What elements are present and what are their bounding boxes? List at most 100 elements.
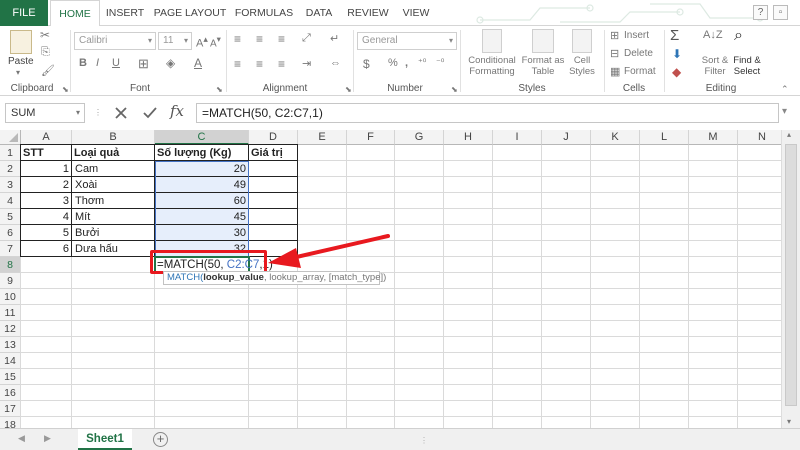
- alignment-launcher-icon[interactable]: ⬊: [345, 85, 352, 94]
- increase-font-size-icon[interactable]: A▴: [196, 34, 208, 50]
- enter-formula-icon[interactable]: [142, 105, 158, 121]
- format-cells-icon[interactable]: ▦: [610, 65, 620, 78]
- tooltip-current-arg[interactable]: lookup_value: [203, 272, 264, 283]
- tab-formulas[interactable]: FORMULAS: [233, 0, 295, 26]
- cell-b3[interactable]: Xoài: [72, 177, 155, 193]
- delete-cells-button[interactable]: Delete: [624, 48, 653, 59]
- format-as-table-icon[interactable]: [532, 29, 554, 53]
- conditional-formatting-button[interactable]: Conditional Formatting: [466, 55, 518, 77]
- paste-icon[interactable]: [10, 30, 32, 54]
- cell-a3[interactable]: 2: [21, 177, 72, 193]
- comma-style-icon[interactable]: ,: [405, 57, 408, 69]
- row-header-7[interactable]: 7: [0, 241, 21, 257]
- column-header-k[interactable]: K: [591, 130, 640, 145]
- column-header-l[interactable]: L: [640, 130, 689, 145]
- tab-insert[interactable]: INSERT: [103, 0, 147, 26]
- tab-data[interactable]: DATA: [301, 0, 337, 26]
- format-cells-button[interactable]: Format: [624, 66, 656, 77]
- decrease-font-size-icon[interactable]: A▾: [210, 34, 221, 49]
- row-header-11[interactable]: 11: [0, 305, 21, 321]
- italic-icon[interactable]: I: [96, 57, 99, 69]
- row-header-16[interactable]: 16: [0, 385, 21, 401]
- cell-d1[interactable]: Giá trị: [249, 145, 298, 161]
- align-center-icon[interactable]: ≡: [256, 57, 263, 71]
- cancel-formula-icon[interactable]: [113, 105, 129, 121]
- column-header-h[interactable]: H: [444, 130, 493, 145]
- row-header-5[interactable]: 5: [0, 209, 21, 225]
- cell-b5[interactable]: Mít: [72, 209, 155, 225]
- align-right-icon[interactable]: ≡: [278, 57, 285, 71]
- sheet-tab-sheet1[interactable]: Sheet1: [78, 429, 132, 450]
- row-header-9[interactable]: 9: [0, 273, 21, 289]
- row-header-1[interactable]: 1: [0, 145, 21, 161]
- row-header-14[interactable]: 14: [0, 353, 21, 369]
- function-tooltip[interactable]: MATCH(lookup_value, lookup_array, [match…: [163, 271, 386, 285]
- column-header-f[interactable]: F: [347, 130, 395, 145]
- formula-input[interactable]: =MATCH(50, C2:C7,1): [196, 103, 779, 123]
- fill-color-icon[interactable]: ◈: [166, 56, 175, 70]
- row-header-15[interactable]: 15: [0, 369, 21, 385]
- collapse-ribbon-icon[interactable]: ⌃: [781, 84, 789, 95]
- cell-b6[interactable]: Bưởi: [72, 225, 155, 241]
- format-painter-icon[interactable]: 🖌: [41, 64, 55, 77]
- tab-home[interactable]: HOME: [50, 0, 100, 27]
- merge-center-icon[interactable]: ⇔: [330, 57, 341, 69]
- row-header-12[interactable]: 12: [0, 321, 21, 337]
- paste-button-label[interactable]: Paste: [8, 56, 34, 67]
- row-header-8[interactable]: 8: [0, 257, 21, 273]
- fill-icon[interactable]: ⬇: [672, 47, 682, 61]
- insert-function-icon[interactable]: fx: [170, 102, 184, 120]
- column-header-b[interactable]: B: [72, 130, 155, 145]
- paste-dropdown-icon[interactable]: ▾: [16, 68, 20, 77]
- font-size-select[interactable]: 11 ▾: [158, 32, 192, 50]
- cell-b4[interactable]: Thơm: [72, 193, 155, 209]
- tab-page-layout[interactable]: PAGE LAYOUT: [152, 0, 228, 26]
- worksheet-grid[interactable]: ABCDEFGHIJKLMN 1 2 3 4 5 6 7 8 9 10 11 12 13 14 15 16 17…: [0, 130, 781, 428]
- column-header-a[interactable]: A: [21, 130, 72, 145]
- cut-icon[interactable]: ✂: [40, 28, 50, 42]
- column-header-i[interactable]: I: [493, 130, 542, 145]
- column-header-m[interactable]: M: [689, 130, 738, 145]
- cell-b2[interactable]: Cam: [72, 161, 155, 177]
- tab-file[interactable]: FILE: [0, 0, 48, 26]
- tooltip-function-name[interactable]: MATCH(: [167, 272, 203, 283]
- clipboard-launcher-icon[interactable]: ⬊: [62, 85, 69, 94]
- font-color-icon[interactable]: A: [194, 56, 202, 70]
- cell-a6[interactable]: 5: [21, 225, 72, 241]
- name-box[interactable]: SUM ▾: [5, 103, 85, 123]
- increase-decimal-icon[interactable]: ⁺⁰: [418, 57, 426, 68]
- row-header-3[interactable]: 3: [0, 177, 21, 193]
- cell-styles-icon[interactable]: [572, 29, 592, 53]
- autosum-icon[interactable]: Σ: [670, 27, 679, 44]
- column-header-g[interactable]: G: [395, 130, 444, 145]
- currency-icon[interactable]: $: [363, 57, 370, 71]
- column-header-d[interactable]: D: [249, 130, 298, 145]
- bold-icon[interactable]: B: [79, 57, 87, 69]
- delete-cells-icon[interactable]: ⊟: [610, 47, 619, 60]
- cell-a1[interactable]: STT: [21, 145, 72, 161]
- sort-filter-icon[interactable]: A↓Z: [703, 29, 723, 41]
- row-header-2[interactable]: 2: [0, 161, 21, 177]
- row-header-17[interactable]: 17: [0, 401, 21, 417]
- row-header-4[interactable]: 4: [0, 193, 21, 209]
- tab-view[interactable]: VIEW: [399, 0, 433, 26]
- insert-cells-button[interactable]: Insert: [624, 30, 649, 41]
- binoculars-icon[interactable]: ⌕: [734, 27, 743, 45]
- scroll-down-icon[interactable]: ▾: [787, 417, 791, 426]
- row-header-18[interactable]: 18: [0, 417, 21, 428]
- wrap-text-icon[interactable]: ↵: [330, 32, 339, 45]
- previous-sheet-icon[interactable]: ◀: [18, 433, 25, 444]
- align-middle-icon[interactable]: ≡: [256, 32, 263, 46]
- align-bottom-icon[interactable]: ≡: [278, 32, 285, 46]
- underline-icon[interactable]: U: [112, 57, 120, 69]
- indent-icon[interactable]: ⇥: [302, 57, 311, 70]
- next-sheet-icon[interactable]: ▶: [44, 433, 51, 444]
- clear-icon[interactable]: ◆: [672, 65, 681, 79]
- font-name-select[interactable]: Calibri ▾: [74, 32, 156, 50]
- find-select-button[interactable]: Find & Select: [727, 55, 767, 77]
- number-format-select[interactable]: General ▾: [357, 32, 457, 50]
- new-sheet-icon[interactable]: +: [153, 432, 168, 447]
- column-header-c[interactable]: C: [155, 130, 249, 145]
- cell-a7[interactable]: 6: [21, 241, 72, 257]
- split-handle-icon[interactable]: ⋮: [420, 436, 428, 445]
